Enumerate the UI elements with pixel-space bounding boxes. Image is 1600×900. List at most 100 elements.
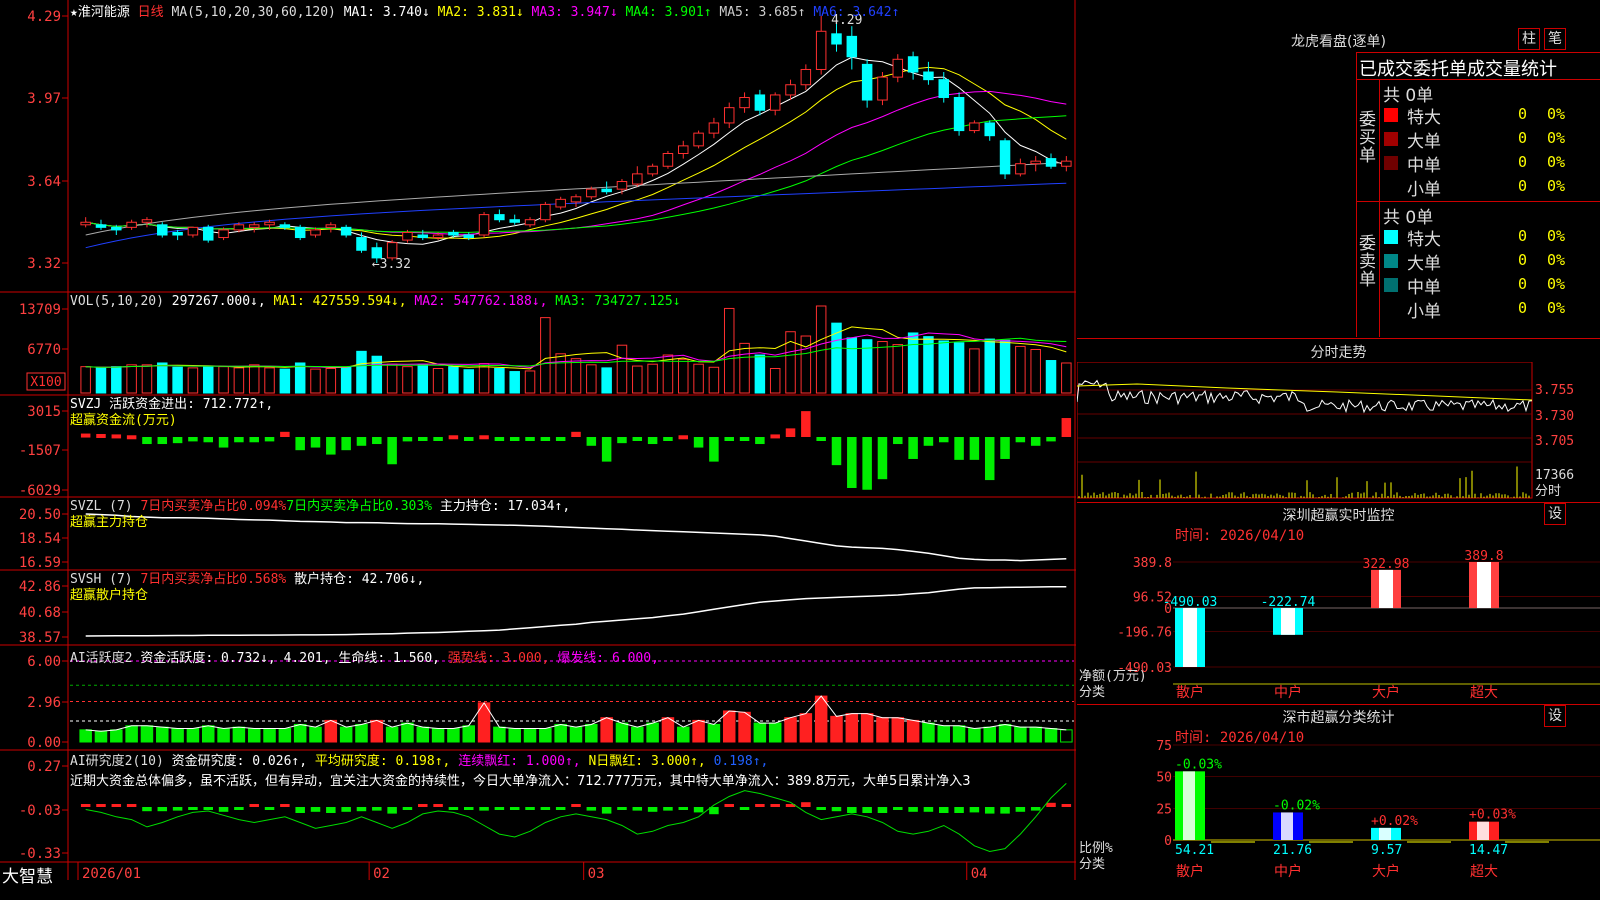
research-bar	[801, 802, 811, 807]
research-bar	[402, 807, 413, 810]
research-bar	[1061, 804, 1072, 807]
activity-bar	[508, 728, 521, 743]
buy-order-row-count: 0	[1517, 177, 1527, 195]
period-label[interactable]: 日线	[138, 5, 164, 20]
research-bar	[479, 807, 489, 811]
volume-bar	[540, 317, 551, 394]
buy-order-row-percent: 0%	[1547, 105, 1566, 123]
volume-bar	[509, 371, 520, 394]
activity-bar	[677, 726, 690, 743]
research-bar	[448, 807, 459, 810]
volume-bar	[417, 364, 429, 394]
research-bar	[831, 807, 842, 812]
minute-chart[interactable]: 3.755 3.730 3.705 17366分时	[1077, 362, 1600, 502]
y-tick-label: 40.68	[19, 605, 61, 621]
fund-flow-bar	[203, 437, 213, 443]
candle-up	[723, 107, 735, 124]
volume-bar	[524, 370, 536, 394]
candle-down	[95, 224, 107, 228]
sell-order-row-percent: 0%	[1547, 275, 1566, 293]
y-tick-label: 3.64	[27, 174, 61, 190]
candle-up	[693, 132, 704, 147]
class-category: 散户	[1176, 863, 1204, 880]
activity-bar	[952, 725, 966, 743]
candle-up	[739, 96, 750, 109]
candle-up	[1061, 160, 1072, 167]
volume-bar	[800, 335, 812, 394]
sell-order-row-label: 特大	[1407, 230, 1441, 250]
sell-order-row-label: 小单	[1407, 302, 1441, 322]
ai-active-burst: 爆发线: 6.000,	[557, 651, 659, 666]
vol-title: VOL(5,10,20) 297267.000↓, MA1: 427559.59…	[70, 294, 681, 309]
fund-flow-bar	[923, 437, 934, 446]
ai-research-n-red: N日飘红: 3.000↑,	[588, 754, 706, 769]
y-tick-label: 0.00	[27, 735, 61, 751]
tick-view-button[interactable]: 笔	[1544, 28, 1566, 50]
volume-bar	[586, 364, 597, 394]
activity-bar	[370, 719, 384, 743]
activity-bar	[385, 726, 399, 743]
activity-bar	[615, 722, 629, 743]
class-y-label: 50	[1156, 771, 1172, 786]
research-bar	[770, 804, 780, 807]
volume-bar	[1015, 345, 1026, 394]
candle-up	[800, 68, 812, 86]
activity-bar	[201, 725, 215, 743]
realtime-chart: 389.896.520-196.76-490.03净额(万元)分类-490.03…	[1079, 549, 1600, 701]
svzl-subtitle: 超赢主力持仓	[70, 515, 149, 530]
realtime-category: 超大	[1470, 685, 1498, 701]
activity-bar	[355, 723, 368, 743]
activity-bar	[968, 728, 981, 743]
buy-order-row-label: 中单	[1407, 156, 1441, 176]
activity-bar	[1014, 726, 1027, 743]
fund-flow-bar	[295, 437, 305, 451]
ma-value-2: MA2: 3.831↓	[437, 5, 532, 20]
research-bar	[755, 804, 765, 807]
candle-up	[647, 165, 658, 175]
fund-flow-bar	[877, 437, 888, 480]
buy-order-row-label: 小单	[1407, 180, 1441, 200]
class-settings-button[interactable]: 设	[1544, 705, 1566, 727]
candle-down	[999, 140, 1011, 175]
fund-flow-bar	[831, 437, 842, 466]
activity-bar	[983, 726, 996, 743]
candle-up	[1015, 163, 1026, 175]
candle-up	[555, 198, 566, 208]
class-y-label: 75	[1156, 740, 1172, 754]
volume-bar	[264, 367, 275, 394]
realtime-bar-value: 322.98	[1363, 557, 1410, 572]
buy-order-row-swatch	[1384, 132, 1398, 146]
activity-bar	[125, 725, 138, 743]
candle-up	[616, 181, 628, 190]
volume-bar	[953, 342, 965, 394]
realtime-settings-button[interactable]: 设	[1544, 503, 1566, 525]
bar-view-button[interactable]: 柱	[1518, 28, 1540, 50]
svzl-red-text: 7日内买卖净占比0.094%	[140, 499, 287, 514]
activity-bar	[569, 726, 583, 743]
candle-up	[218, 229, 229, 239]
y-tick-label: 3.97	[27, 91, 61, 107]
order-stats-header: 已成交委托单成交量统计	[1359, 59, 1557, 80]
buy-order-row-swatch	[1384, 180, 1398, 194]
research-bar	[326, 807, 336, 813]
activity-bar	[1060, 729, 1073, 743]
candle-down	[509, 219, 520, 223]
research-bar	[433, 804, 443, 807]
buy-order-row-count: 0	[1517, 105, 1527, 123]
activity-bar	[263, 728, 276, 743]
candle-up	[678, 145, 689, 155]
ai-research-last: 0.198↑,	[713, 754, 769, 769]
fund-flow-bar	[601, 437, 612, 462]
volume-bar	[616, 344, 628, 394]
research-bar	[540, 807, 551, 810]
activity-bar	[738, 711, 751, 743]
candle-down	[202, 226, 214, 241]
candle-up	[310, 229, 321, 236]
research-bar	[463, 807, 474, 810]
candle-down	[340, 226, 352, 236]
fund-flow-bar	[1046, 437, 1056, 442]
fund-flow-bar	[617, 437, 627, 444]
sell-order-row-swatch	[1384, 230, 1398, 244]
fund-flow-bar	[647, 437, 658, 445]
research-bar	[693, 807, 704, 813]
